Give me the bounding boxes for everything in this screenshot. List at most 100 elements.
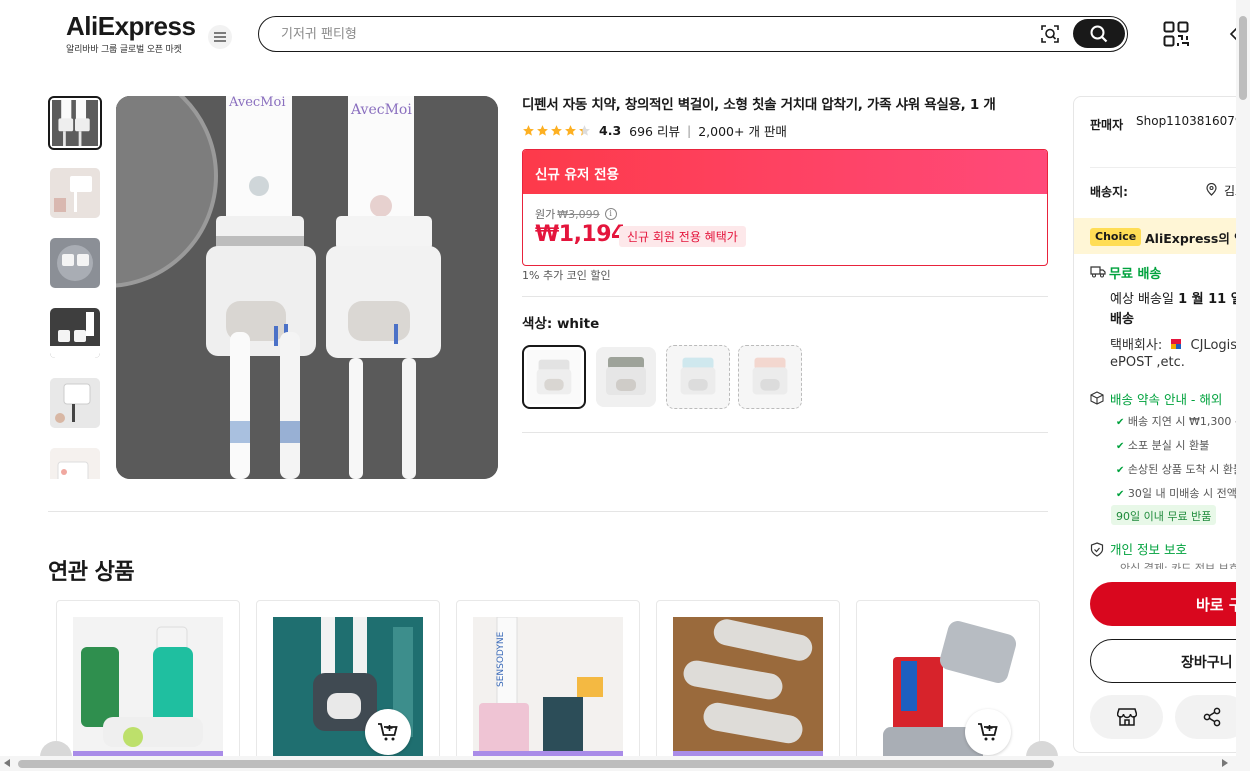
thumbnail-3[interactable] bbox=[50, 238, 100, 288]
add-to-cart-icon bbox=[978, 723, 998, 741]
promise-item: ✔ 30일 내 미배송 시 전액 환불 bbox=[1116, 485, 1242, 501]
review-count[interactable]: 696 리뷰 bbox=[629, 121, 680, 140]
related-card-2[interactable] bbox=[256, 600, 440, 770]
svg-text:SENSODYNE: SENSODYNE bbox=[496, 631, 506, 687]
thumbnail-2[interactable] bbox=[50, 168, 100, 218]
carrier-more: ePOST ,etc. bbox=[1110, 355, 1185, 370]
camera-search-icon[interactable] bbox=[1039, 23, 1061, 45]
thumbnail-1[interactable] bbox=[48, 96, 102, 150]
related-card-4[interactable] bbox=[656, 600, 840, 770]
svg-text:AvecMoi: AvecMoi bbox=[350, 102, 412, 118]
check-icon: ✔ bbox=[1116, 441, 1125, 452]
menu-icon bbox=[214, 32, 226, 42]
divider: | bbox=[687, 122, 692, 138]
color-label: 색상: white bbox=[522, 316, 600, 332]
horizontal-scrollbar-thumb[interactable] bbox=[18, 760, 1054, 768]
choice-badge: Choice bbox=[1090, 228, 1142, 246]
coin-discount-note: 1% 추가 코인 할인 bbox=[522, 269, 611, 282]
thumbnail-5[interactable] bbox=[50, 378, 100, 428]
add-to-cart-button[interactable] bbox=[365, 709, 411, 755]
aliexpress-logo[interactable]: AliExpress 알리바바 그룹 글로벌 오픈 마켓 bbox=[66, 11, 196, 55]
search-input[interactable] bbox=[281, 23, 1021, 45]
check-icon: ✔ bbox=[1116, 489, 1125, 500]
eta-row: 예상 배송일 1 월 11 일 bbox=[1110, 288, 1243, 307]
swatch-blue[interactable] bbox=[666, 345, 730, 409]
thumbnail-4[interactable] bbox=[50, 308, 100, 358]
eta-date: 1 월 11 일 bbox=[1178, 292, 1243, 307]
buy-now-button[interactable]: 바로 구매 bbox=[1090, 582, 1242, 626]
star-icon bbox=[523, 124, 534, 136]
vertical-scrollbar-thumb[interactable] bbox=[1239, 16, 1247, 100]
store-button[interactable] bbox=[1090, 695, 1163, 739]
qr-code-icon[interactable] bbox=[1163, 21, 1189, 47]
free-shipping: 무료 배송 bbox=[1109, 267, 1162, 282]
original-price: 원가 ₩3,099 i bbox=[535, 206, 617, 222]
related-card-1[interactable] bbox=[56, 600, 240, 770]
related-card-3[interactable]: SENSODYNE bbox=[456, 600, 640, 770]
check-icon: ✔ bbox=[1116, 465, 1125, 476]
choice-text: AliExpress의 엄선된 상품 bbox=[1145, 231, 1242, 246]
price-badge: 신규 회원 전용 혜택가 bbox=[619, 226, 746, 247]
search-button[interactable] bbox=[1073, 19, 1125, 48]
vertical-scrollbar[interactable] bbox=[1236, 0, 1250, 756]
truck-icon bbox=[1090, 266, 1106, 278]
search-bar bbox=[258, 16, 1128, 52]
share-icon bbox=[1203, 707, 1220, 727]
promise-item: ✔ 소포 분실 시 환불 bbox=[1116, 437, 1209, 453]
add-to-cart-button[interactable]: 장바구니 bbox=[1090, 639, 1242, 683]
thumbnail-6[interactable] bbox=[50, 448, 100, 479]
carrier-row: 택배회사: CJLogistics bbox=[1110, 334, 1242, 353]
svg-text:AvecMoi: AvecMoi bbox=[228, 96, 285, 110]
ship-to-label: 배송지: bbox=[1090, 185, 1128, 199]
star-icon bbox=[551, 124, 562, 136]
logo-subtext: 알리바바 그룹 글로벌 오픈 마켓 bbox=[66, 45, 182, 55]
star-half-icon bbox=[579, 124, 590, 136]
sale-price: ₩1,194 bbox=[535, 222, 626, 247]
divider bbox=[522, 432, 1048, 433]
seller-label: 판매자 bbox=[1090, 118, 1124, 132]
privacy-title[interactable]: 개인 정보 보호 bbox=[1110, 539, 1187, 558]
seller-name[interactable]: Shop1103816079 bbox=[1136, 114, 1242, 128]
add-to-cart-button[interactable] bbox=[965, 709, 1011, 755]
promise-item: ✔ 배송 지연 시 ₩1,300 쿠폰 bbox=[1116, 413, 1243, 429]
divider bbox=[522, 296, 1048, 297]
horizontal-scrollbar[interactable] bbox=[0, 756, 1250, 771]
product-title: 디펜서 자동 치약, 창의적인 벽걸이, 소형 칫솔 거치대 압착기, 가족 샤… bbox=[522, 97, 996, 113]
check-icon: ✔ bbox=[1116, 417, 1125, 428]
star-icon bbox=[565, 124, 576, 136]
related-card-5[interactable] bbox=[856, 600, 1040, 770]
carrier-label: 택배회사: bbox=[1110, 338, 1163, 353]
promise-title[interactable]: 배송 약속 안내 - 해외 bbox=[1110, 389, 1222, 408]
sold-count: 2,000+ 개 판매 bbox=[698, 123, 787, 139]
info-icon[interactable]: i bbox=[604, 208, 617, 220]
scroll-right-arrow[interactable] bbox=[1222, 759, 1228, 767]
main-product-image[interactable]: AvecMoi AvecMoi bbox=[116, 96, 498, 479]
divider bbox=[48, 511, 1048, 512]
logo-text: AliExpress bbox=[66, 11, 196, 41]
scroll-left-arrow[interactable] bbox=[4, 759, 10, 767]
choice-banner[interactable]: Choice AliExpress의 엄선된 상품 bbox=[1074, 218, 1242, 254]
promo-box: 신규 유저 전용 원가 ₩3,099 i ₩1,194 신규 회원 전용 혜택가 bbox=[522, 149, 1048, 266]
share-button[interactable] bbox=[1175, 695, 1242, 739]
swatch-white[interactable] bbox=[522, 345, 586, 409]
search-icon bbox=[1090, 25, 1108, 42]
swatch-pink[interactable] bbox=[738, 345, 802, 409]
store-icon bbox=[1116, 708, 1137, 726]
rating-row[interactable]: 4.3 696 리뷰 | 2,000+ 개 판매 bbox=[522, 120, 787, 140]
promise-text: 배송 지연 시 ₩1,300 쿠폰 bbox=[1127, 415, 1243, 428]
promise-text: 30일 내 미배송 시 전액 환불 bbox=[1127, 487, 1242, 500]
related-card-image: SENSODYNE bbox=[473, 617, 623, 769]
cj-logo-icon bbox=[1171, 339, 1182, 349]
promise-item: ✔ 손상된 상품 도착 시 환불 bbox=[1116, 461, 1242, 477]
related-card-image bbox=[73, 617, 223, 769]
related-card-image bbox=[673, 617, 823, 769]
eta-suffix: 배송 bbox=[1110, 312, 1134, 327]
product-page: AliExpress 알리바바 그룹 글로벌 오픈 마켓 기저귀 팬티형 Ave… bbox=[0, 0, 1250, 771]
original-price-label: 원가 bbox=[535, 208, 556, 221]
swatch-gray[interactable] bbox=[596, 347, 656, 407]
rating-value: 4.3 bbox=[599, 122, 622, 138]
add-to-cart-icon bbox=[378, 723, 398, 741]
star-rating bbox=[522, 124, 591, 137]
promise-text: 소포 분실 시 환불 bbox=[1127, 439, 1210, 452]
menu-button[interactable] bbox=[208, 25, 232, 49]
